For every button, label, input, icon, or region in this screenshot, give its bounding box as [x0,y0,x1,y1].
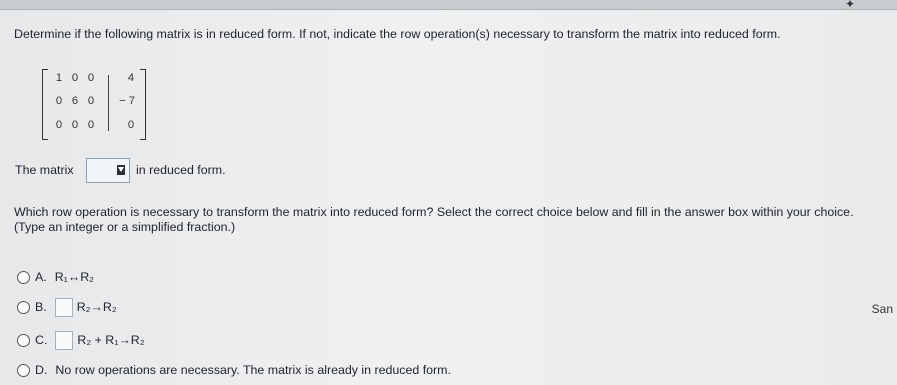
radio-choice-a[interactable] [17,270,30,284]
choice-letter: C. [35,333,48,347]
instructions-main: Which row operation is necessary to tran… [14,205,854,219]
top-toolbar-edge [0,0,897,10]
matrix-cell: 0 [87,72,95,84]
instructions: Which row operation is necessary to tran… [14,205,859,234]
statement-suffix: in reduced form. [136,163,226,177]
matrix-cell: 0 [127,119,135,131]
question-text: Determine if the following matrix is in … [14,27,781,41]
matrix-cell: − 7 [119,95,135,107]
coefficient-input-c[interactable] [55,330,74,350]
matrix-cell: 0 [87,95,95,107]
choice-letter: B. [35,300,47,314]
choice-b[interactable]: B. R₂→R₂ [17,296,117,318]
reduced-form-select[interactable] [86,158,130,183]
augmented-matrix: 1 0 0 4 0 6 0 − 7 0 0 0 0 [42,69,146,140]
choice-d[interactable]: D. No row operations are necessary. The … [17,359,451,381]
matrix-cell: 0 [71,119,79,131]
choice-label: R₁↔R₂ [54,270,94,284]
right-edge-text: San [871,302,893,316]
matrix-cell: 0 [55,119,63,131]
augmentation-line [108,75,109,131]
radio-choice-d[interactable] [17,363,30,377]
matrix-cell: 0 [55,95,63,107]
matrix-cell: 4 [127,72,135,84]
matrix-left-bracket [42,69,48,140]
instructions-hint: (Type an integer or a simplified fractio… [14,219,236,234]
dropdown-arrow-icon[interactable] [117,165,125,175]
coefficient-input-b[interactable] [54,297,73,317]
choice-c[interactable]: C. R₂ + R₁→R₂ [17,329,145,351]
choice-label: R₂→R₂ [76,300,117,314]
choice-letter: A. [35,270,47,284]
matrix-cell: 0 [87,119,95,131]
question-panel [0,0,897,385]
star-icon[interactable]: ✦ [845,0,855,11]
choice-label: R₂ + R₁→R₂ [77,333,145,347]
matrix-cell: 0 [71,72,79,84]
statement-prefix: The matrix [15,163,74,177]
matrix-cell: 1 [55,72,63,84]
choice-a[interactable]: A. R₁↔R₂ [17,266,94,288]
matrix-cell: 6 [71,95,79,107]
radio-choice-c[interactable] [17,333,30,347]
radio-choice-b[interactable] [17,300,30,314]
choice-label: No row operations are necessary. The mat… [55,363,451,377]
choice-letter: D. [35,363,48,377]
